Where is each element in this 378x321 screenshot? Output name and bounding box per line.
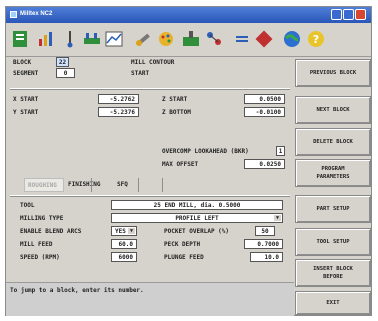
peck-depth-input[interactable]: 0.7000 (244, 239, 283, 249)
help-icon[interactable]: ? (306, 29, 326, 49)
mill-feed-input[interactable]: 60.0 (111, 239, 137, 249)
close-button[interactable] (355, 9, 366, 20)
tab-roughing[interactable]: ROUGHING (24, 178, 64, 192)
chevron-down-icon[interactable]: ▼ (274, 215, 281, 221)
maximize-button[interactable] (343, 9, 354, 20)
insert-block-before-button[interactable]: INSERT BLOCK BEFORE (295, 259, 371, 287)
block-number-input[interactable]: 22 (56, 57, 69, 67)
overcomp-input[interactable]: 1 (276, 146, 285, 156)
tab-divider (138, 178, 139, 192)
divider (10, 88, 290, 89)
speed-input[interactable]: 6000 (111, 252, 137, 262)
pocket-overlap-input[interactable]: 50 (255, 226, 275, 236)
chevron-down-icon[interactable]: ▼ (128, 228, 135, 234)
probe-icon[interactable] (60, 29, 80, 49)
toolbar: ? (6, 24, 371, 57)
next-block-button[interactable]: NEXT BLOCK (295, 96, 371, 124)
enable-blend-value: YES (115, 228, 126, 235)
previous-block-button[interactable]: PREVIOUS BLOCK (295, 59, 371, 87)
tool-setup-button[interactable]: TOOL SETUP (295, 228, 371, 256)
y-start-input[interactable]: -5.2376 (98, 107, 139, 117)
globe-icon[interactable] (282, 29, 302, 49)
y-start-label: Y START (13, 109, 39, 116)
wrench-icon[interactable] (134, 29, 154, 49)
equals-icon[interactable] (232, 29, 252, 49)
speed-label: SPEED (RPM) (20, 254, 60, 261)
tab-finishing[interactable]: FINISHING (65, 178, 105, 192)
svg-text:?: ? (313, 33, 319, 46)
part-setup-button[interactable]: PART SETUP (295, 195, 371, 223)
chart-icon[interactable] (36, 29, 56, 49)
milling-type-label: MILLING TYPE (20, 215, 64, 222)
tab-divider (162, 178, 163, 192)
z-start-input[interactable]: 0.0500 (244, 94, 285, 104)
mill-feed-label: MILL FEED (20, 241, 53, 248)
peck-depth-label: PECK DEPTH (164, 241, 201, 248)
tab-divider (91, 178, 92, 192)
x-start-label: X START (13, 96, 39, 103)
milling-type-value: PROFILE LEFT (175, 215, 219, 222)
z-bottom-input[interactable]: -0.0100 (244, 107, 285, 117)
component-icon[interactable] (254, 29, 274, 49)
divider (10, 195, 290, 196)
z-bottom-label: Z BOTTOM (162, 109, 191, 116)
overcomp-label: OVERCOMP LOOKAHEAD (BKR) (162, 148, 249, 155)
palette-icon[interactable] (156, 29, 176, 49)
graph-icon[interactable] (104, 29, 124, 49)
segment-input[interactable]: 0 (56, 68, 75, 78)
x-start-input[interactable]: -5.2762 (98, 94, 139, 104)
block-label: BLOCK (13, 59, 32, 66)
window-title: Milltex NC2 (20, 11, 53, 17)
mill-icon[interactable] (181, 29, 201, 49)
z-start-label: Z START (162, 96, 188, 103)
tool-field[interactable]: 25 END MILL, dia. 0.5000 (111, 200, 283, 210)
tool-label: TOOL (20, 202, 35, 209)
main-window: Milltex NC2 ? BLOCK 22 SEGMENT 0 MILL CO… (5, 6, 372, 316)
exit-button[interactable]: EXIT (295, 291, 371, 315)
enable-blend-select[interactable]: YES ▼ (111, 226, 137, 236)
plunge-feed-input[interactable]: 10.0 (250, 252, 283, 262)
tools-icon[interactable] (82, 29, 102, 49)
app-icon (10, 11, 17, 18)
start-label: START (131, 70, 150, 77)
delete-block-button[interactable]: DELETE BLOCK (295, 128, 371, 156)
status-message: To jump to a block, enter its number. (10, 287, 144, 294)
status-bar: To jump to a block, enter its number. (6, 282, 294, 316)
program-parameters-button[interactable]: PROGRAM PARAMETERS (295, 159, 371, 187)
minimize-button[interactable] (331, 9, 342, 20)
max-offset-label: MAX OFFSET (162, 161, 199, 168)
title-bar: Milltex NC2 (6, 7, 371, 23)
enable-blend-label: ENABLE BLEND ARCS (20, 228, 82, 235)
program-icon[interactable] (10, 29, 30, 49)
cycle-type-label: MILL CONTOUR (131, 59, 175, 66)
max-offset-input[interactable]: 0.0250 (244, 159, 285, 169)
segment-label: SEGMENT (13, 70, 39, 77)
pocket-overlap-label: POCKET OVERLAP (%) (164, 228, 230, 235)
plunge-feed-label: PLUNGE FEED (164, 254, 204, 261)
network-icon[interactable] (204, 29, 224, 49)
tab-sfq[interactable]: SFQ (114, 178, 134, 192)
milling-type-select[interactable]: PROFILE LEFT ▼ (111, 213, 283, 223)
